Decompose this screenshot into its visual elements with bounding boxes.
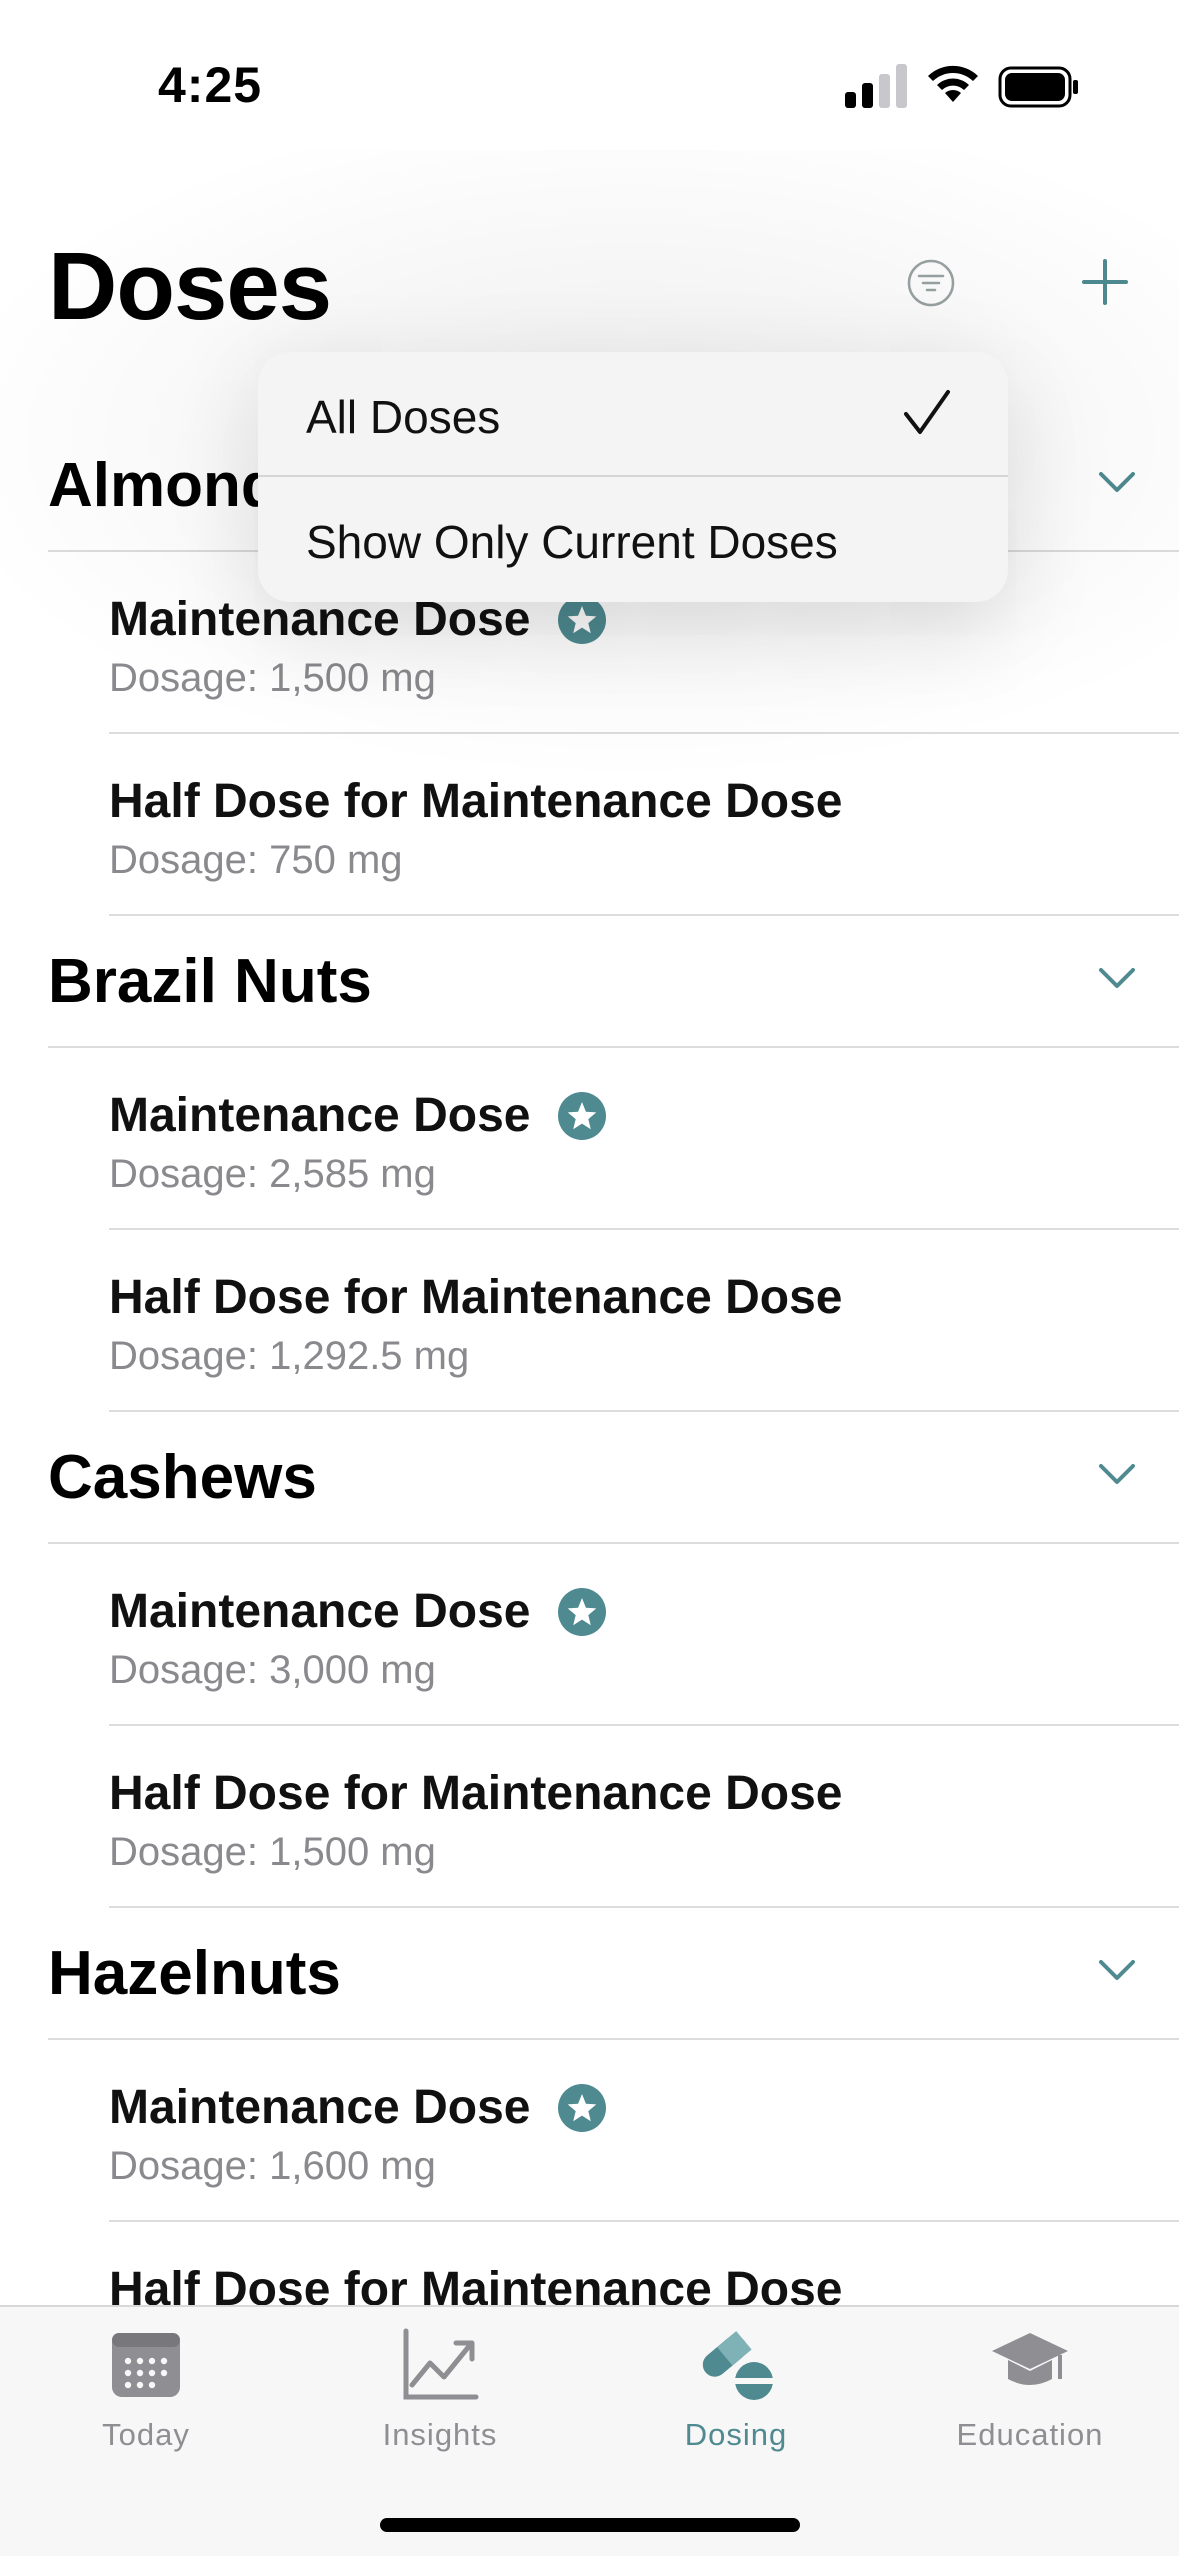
tab-label: Insights: [382, 2417, 498, 2452]
dose-row[interactable]: Maintenance Dose Dosage: 1,600 mg: [109, 2040, 1179, 2222]
calendar-icon: [112, 2333, 180, 2397]
star-badge-icon: [558, 595, 607, 644]
star-badge-icon: [558, 1587, 607, 1636]
group-title: Hazelnuts: [48, 1939, 341, 2008]
tab-dosing[interactable]: Dosing: [626, 2327, 846, 2453]
filter-dropdown-menu: All Doses Show Only Current Doses: [258, 352, 1008, 602]
battery-icon: [998, 66, 1078, 108]
cellular-signal-icon: [845, 64, 907, 108]
dose-amount: Dosage: 3,000 mg: [109, 1648, 436, 1692]
dose-name: Maintenance Dose: [109, 1585, 531, 1638]
doses-screen: 4:25 Doses Almonds Maintenance Dose Dosa…: [0, 0, 1179, 2556]
menu-item-all-doses[interactable]: All Doses: [258, 352, 1008, 477]
menu-item-label: Show Only Current Doses: [306, 516, 838, 568]
dose-name: Half Dose for Maintenance Dose: [109, 775, 843, 828]
plus-icon[interactable]: [1080, 255, 1130, 309]
pills-icon: [702, 2331, 774, 2400]
wifi-icon: [928, 65, 978, 102]
dose-amount: Dosage: 1,500 mg: [109, 1830, 436, 1874]
dose-row[interactable]: Half Dose for Maintenance Dose Dosage: 7…: [109, 734, 1179, 916]
menu-item-label: All Doses: [306, 391, 501, 443]
tab-insights[interactable]: Insights: [330, 2327, 550, 2453]
dose-row[interactable]: Half Dose for Maintenance Dose Dosage: 1…: [109, 1726, 1179, 1908]
chevron-down-icon[interactable]: [1097, 1956, 1137, 1984]
dose-row[interactable]: Half Dose for Maintenance Dose Dosage: 1…: [109, 1230, 1179, 1412]
group-header[interactable]: Hazelnuts: [48, 1908, 1179, 2040]
dose-name: Half Dose for Maintenance Dose: [109, 1767, 843, 1820]
home-indicator: [380, 2518, 800, 2532]
graduation-cap-icon: [992, 2333, 1068, 2385]
status-time: 4:25: [158, 57, 263, 113]
tab-education[interactable]: Education: [920, 2327, 1140, 2453]
dose-name: Maintenance Dose: [109, 1089, 531, 1142]
dose-name: Maintenance Dose: [109, 2081, 531, 2134]
chart-line-icon: [403, 2328, 479, 2400]
page-title: Doses: [48, 233, 332, 340]
dose-amount: Dosage: 2,585 mg: [109, 1152, 436, 1196]
star-badge-icon: [558, 2083, 607, 2132]
dose-row[interactable]: Maintenance Dose Dosage: 3,000 mg: [109, 1544, 1179, 1726]
filter-circle-icon[interactable]: [906, 258, 956, 308]
dose-list: Almonds Maintenance Dose Dosage: 1,500 m…: [0, 420, 1179, 2404]
group-header[interactable]: Brazil Nuts: [48, 916, 1179, 1048]
chevron-down-icon[interactable]: [1097, 468, 1137, 496]
dose-name: Half Dose for Maintenance Dose: [109, 1271, 843, 1324]
dose-row[interactable]: Maintenance Dose Dosage: 2,585 mg: [109, 1048, 1179, 1230]
group-header[interactable]: Cashews: [48, 1412, 1179, 1544]
chevron-down-icon[interactable]: [1097, 964, 1137, 992]
dose-amount: Dosage: 1,292.5 mg: [109, 1334, 470, 1378]
dose-amount: Dosage: 1,500 mg: [109, 656, 436, 700]
menu-item-show-only-current-doses[interactable]: Show Only Current Doses: [258, 477, 1008, 602]
dose-amount: Dosage: 750 mg: [109, 838, 403, 882]
tab-label: Dosing: [684, 2417, 788, 2452]
group-title: Brazil Nuts: [48, 947, 372, 1016]
star-badge-icon: [558, 1091, 607, 1140]
status-bar: 4:25: [0, 0, 1179, 150]
tab-today[interactable]: Today: [36, 2327, 256, 2453]
chevron-down-icon[interactable]: [1097, 1460, 1137, 1488]
group-title: Cashews: [48, 1443, 317, 1512]
dose-amount: Dosage: 1,600 mg: [109, 2144, 436, 2188]
tab-label: Education: [956, 2417, 1104, 2452]
tab-label: Today: [102, 2417, 190, 2452]
checkmark-icon: [904, 390, 950, 434]
